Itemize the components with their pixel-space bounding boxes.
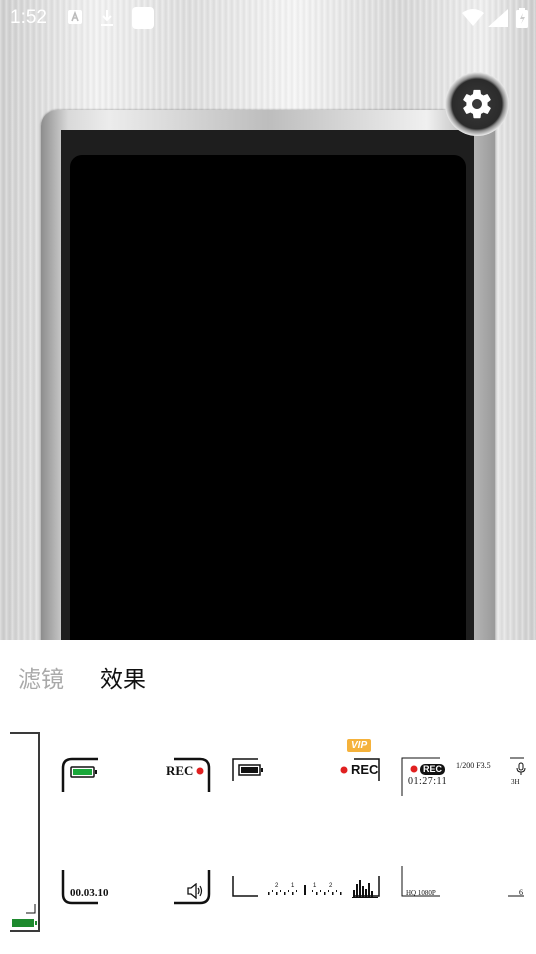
rec-label: REC: [166, 763, 194, 778]
battery-overlay-icon: [70, 766, 97, 778]
exposure-ruler: 2 1 1 2: [268, 883, 342, 895]
effects-panel: 滤镜 效果 VIP REC 00.03.10 VIP: [0, 640, 536, 954]
audio-level-icon: [352, 880, 378, 898]
shutter-label: 1/200 F3.5: [456, 761, 491, 770]
status-bar: 1:52: [0, 0, 536, 36]
svg-text:1: 1: [313, 883, 317, 889]
quality-label: HQ 1080P: [406, 889, 436, 897]
timestamp-label: 00.03.10: [70, 887, 109, 899]
battery-overlay-icon: [12, 919, 37, 927]
vip-badge: VIP: [347, 739, 372, 752]
rec-dot-icon: [410, 765, 418, 773]
svg-text:1: 1: [291, 883, 295, 889]
a-notification-icon: [67, 9, 85, 27]
mic-icon: [516, 762, 526, 775]
status-time: 1:52: [10, 7, 47, 28]
counter-label: 6: [519, 888, 523, 897]
gear-icon: [463, 89, 491, 119]
effects-list: VIP REC 00.03.10 VIP: [0, 732, 536, 942]
settings-button[interactable]: [445, 72, 509, 136]
effect-thumbnail: [10, 732, 40, 932]
signal-icon: [488, 9, 508, 33]
svg-text:2: 2: [329, 883, 333, 889]
svg-text:2: 2: [275, 883, 279, 889]
timecode-label: 01:27:11: [408, 776, 448, 787]
rec-dot-icon: [340, 766, 348, 774]
tab-filters[interactable]: 滤镜: [18, 660, 64, 694]
tab-bar: 滤镜 效果: [18, 660, 146, 694]
effect-item[interactable]: REC 01:27:11 1/200 F3.5 HQ 1080P 3H 6: [400, 732, 536, 932]
rec-label: REC: [351, 762, 379, 777]
effect-item[interactable]: VIP REC 2 1 1 2: [230, 732, 382, 932]
camera-preview[interactable]: [70, 155, 466, 655]
corner-bracket-icon: [26, 904, 36, 914]
tab-effects[interactable]: 效果: [100, 660, 146, 694]
effect-item[interactable]: REC 00.03.10: [60, 732, 212, 932]
speaker-icon: [187, 883, 203, 899]
battery-overlay-icon: [238, 764, 263, 776]
square-app-icon: [131, 6, 155, 30]
rec-badge: REC: [420, 764, 446, 775]
download-icon: [99, 9, 117, 27]
battery-icon: [516, 8, 528, 34]
effect-item[interactable]: VIP: [10, 732, 42, 932]
rec-dot-icon: [196, 767, 204, 775]
duration-label: 3H: [511, 778, 520, 786]
wifi-icon: [462, 9, 484, 33]
